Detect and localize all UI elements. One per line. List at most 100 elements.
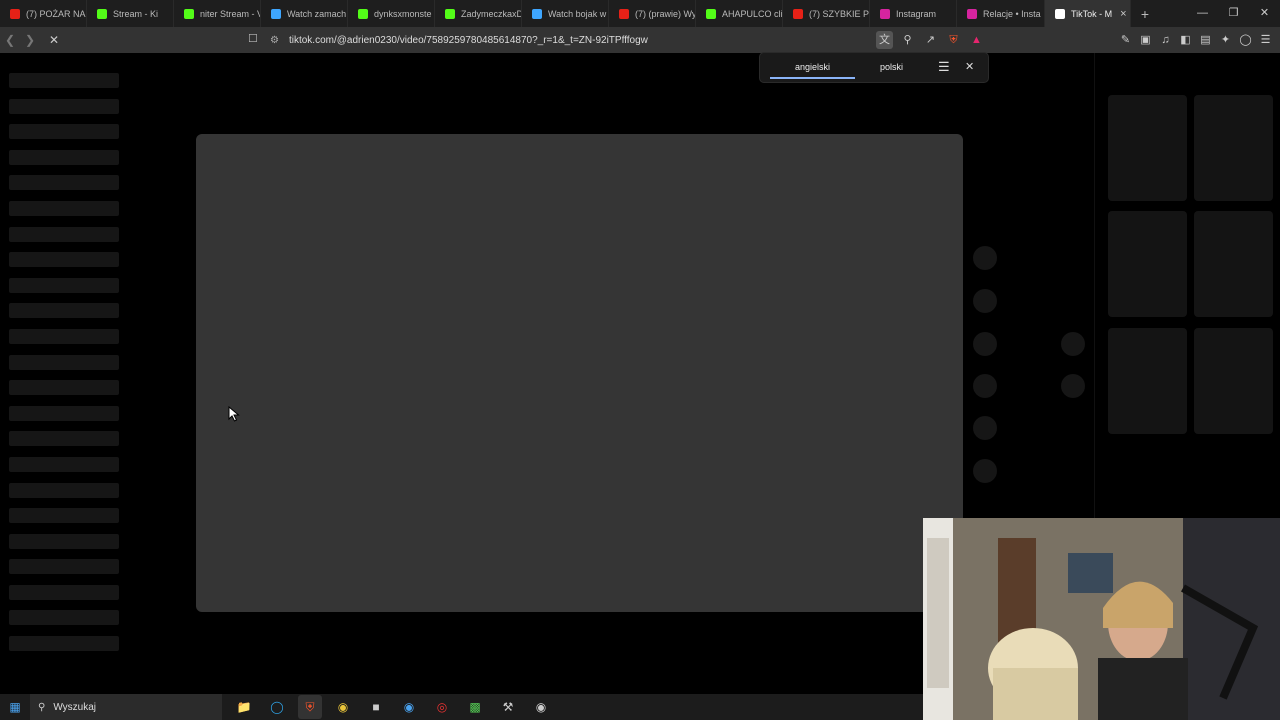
browser-tab[interactable]: TikTok - M × <box>1045 0 1131 27</box>
tab-label: Relacje • Insta <box>983 8 1041 19</box>
sidebar-skeleton-row <box>9 200 119 216</box>
action-skeleton-circle <box>973 332 997 356</box>
sidebar-icon[interactable]: ◧ <box>1177 31 1194 49</box>
brave-shields-icon[interactable]: ⛨ <box>945 31 962 49</box>
edge-icon[interactable]: ◯ <box>265 695 289 719</box>
taskbar-apps: 📁 ◯ ⛨ ◉ ■ ◉ ◎ ▩ ⚒ ◉ <box>232 695 553 719</box>
tab-label: (7) SZYBKIE PY <box>809 8 870 19</box>
tab-label: Instagram <box>896 8 937 19</box>
action-skeleton-circle <box>973 246 997 270</box>
tab-favicon-icon <box>358 8 368 19</box>
brave-browser-icon[interactable]: ⛨ <box>298 695 322 719</box>
tab-favicon-icon <box>271 8 281 19</box>
app-icon[interactable]: ◉ <box>529 695 553 719</box>
forward-arrow-icon[interactable]: ❯ <box>20 33 40 47</box>
action-skeleton-circle <box>973 459 997 483</box>
tab-favicon-icon <box>706 8 716 19</box>
app-icon[interactable]: ▩ <box>463 695 487 719</box>
browser-tab-strip: (7) POŻAR NA Stream - Ki niter Stream - V W… <box>0 0 1280 27</box>
video-placeholder[interactable] <box>196 134 963 612</box>
target-language-tab[interactable]: polski <box>880 62 903 72</box>
tab-favicon-icon <box>880 8 890 19</box>
browser-tab[interactable]: Watch bojak w <box>522 0 609 27</box>
sidebar-skeleton-row <box>9 252 119 268</box>
hamburger-menu-icon[interactable]: ☰ <box>938 59 950 75</box>
taskbar-search[interactable]: ⚲ Wyszukaj <box>30 694 222 720</box>
screenshot-icon[interactable]: ▣ <box>1137 31 1154 49</box>
browser-tab[interactable]: ZadymeczkaxD <box>435 0 522 27</box>
zoom-icon[interactable]: ⚲ <box>899 31 916 49</box>
browser-tab[interactable]: Instagram <box>870 0 957 27</box>
sidebar-skeleton-row <box>9 303 119 319</box>
share-icon[interactable]: ↗ <box>922 31 939 49</box>
sidebar-skeleton-row <box>9 277 119 293</box>
sidebar-skeleton-row <box>9 149 119 165</box>
url-text[interactable]: tiktok.com/@adrien0230/video/75892597804… <box>289 35 648 46</box>
windows-taskbar: ▦ ⚲ Wyszukaj 📁 ◯ ⛨ ◉ ■ ◉ ◎ ▩ ⚒ ◉ <box>0 694 923 720</box>
chrome-icon[interactable]: ◉ <box>331 695 355 719</box>
browser-tab[interactable]: (7) POŻAR NA <box>0 0 87 27</box>
thumbnail-skeleton <box>1108 211 1187 317</box>
thumbnail-skeleton <box>1194 211 1273 317</box>
new-tab-button[interactable]: + <box>1131 6 1159 22</box>
sidebar-skeleton-row <box>9 610 119 626</box>
browser-tab[interactable]: (7) SZYBKIE PY <box>783 0 870 27</box>
taskbar-search-placeholder: Wyszukaj <box>53 701 97 713</box>
tab-label: ZadymeczkaxD <box>461 8 522 19</box>
close-window-button[interactable]: ✕ <box>1249 0 1280 27</box>
browser-tab[interactable]: Watch zamach <box>261 0 348 27</box>
tab-favicon-icon <box>97 8 107 19</box>
steam-icon[interactable]: ◉ <box>397 695 421 719</box>
windows-start-icon[interactable]: ▦ <box>0 700 30 714</box>
window-controls: — ❐ ✕ <box>1187 0 1280 27</box>
sidebar-skeleton-row <box>9 482 119 498</box>
close-icon[interactable]: ✕ <box>965 60 974 73</box>
sidebar-skeleton-row <box>9 456 119 472</box>
leo-ai-icon[interactable]: ✦ <box>1217 31 1234 49</box>
source-language-tab[interactable]: angielski <box>770 62 855 79</box>
site-settings-icon[interactable]: ⚙ <box>270 35 279 46</box>
sidebar-skeleton-row <box>9 508 119 524</box>
nav-skeleton-circle <box>1061 332 1085 356</box>
tab-label: niter Stream - V <box>200 8 261 19</box>
sidebar-skeleton-row <box>9 636 119 652</box>
browser-tab[interactable]: niter Stream - V <box>174 0 261 27</box>
tab-favicon-icon <box>445 8 455 19</box>
music-icon[interactable]: ♫ <box>1157 31 1174 49</box>
thumbnail-skeleton <box>1194 328 1273 434</box>
browser-tab[interactable]: dynksxmonste <box>348 0 435 27</box>
stop-loading-icon[interactable]: ✕ <box>44 33 64 47</box>
bookmark-icon[interactable]: ☐ <box>248 32 258 45</box>
sidebar-skeleton-row <box>9 584 119 600</box>
minimize-button[interactable]: — <box>1187 0 1218 27</box>
vpn-icon[interactable]: ◯ <box>1237 31 1254 49</box>
nav-skeleton-circle <box>1061 374 1085 398</box>
browser-tab[interactable]: Relacje • Insta <box>957 0 1045 27</box>
tab-label: AHAPULCO clip <box>722 8 783 19</box>
sidebar-skeleton-row <box>9 175 119 191</box>
browser-tab[interactable]: AHAPULCO clip <box>696 0 783 27</box>
tab-label: Watch zamach <box>287 8 347 19</box>
brave-rewards-icon[interactable]: ▲ <box>968 31 985 49</box>
wallet-icon[interactable]: ▤ <box>1197 31 1214 49</box>
browser-toolbar: ❮ ❯ ✕ ☐ ⚙ tiktok.com/@adrien0230/video/7… <box>0 27 1280 53</box>
app-icon[interactable]: ■ <box>364 695 388 719</box>
obs-icon[interactable]: ◎ <box>430 695 454 719</box>
browser-tab[interactable]: Stream - Ki <box>87 0 174 27</box>
back-arrow-icon[interactable]: ❮ <box>0 33 20 47</box>
close-tab-icon[interactable]: × <box>1120 8 1126 20</box>
tab-favicon-icon <box>532 8 542 19</box>
action-skeleton-circle <box>973 289 997 313</box>
hamburger-menu-icon[interactable]: ☰ <box>1257 31 1274 49</box>
file-explorer-icon[interactable]: 📁 <box>232 695 256 719</box>
extensions-icon[interactable]: ✎ <box>1117 31 1134 49</box>
sidebar-skeleton-row <box>9 533 119 549</box>
sidebar-skeleton-row <box>9 354 119 370</box>
tool-icon[interactable]: ⚒ <box>496 695 520 719</box>
translate-icon[interactable]: 文 <box>876 31 893 49</box>
tab-label: (7) (prawie) Wy <box>635 8 696 19</box>
sidebar-skeleton-row <box>9 380 119 396</box>
browser-tab[interactable]: (7) (prawie) Wy <box>609 0 696 27</box>
restore-button[interactable]: ❐ <box>1218 0 1249 27</box>
tab-label: dynksxmonste <box>374 8 432 19</box>
